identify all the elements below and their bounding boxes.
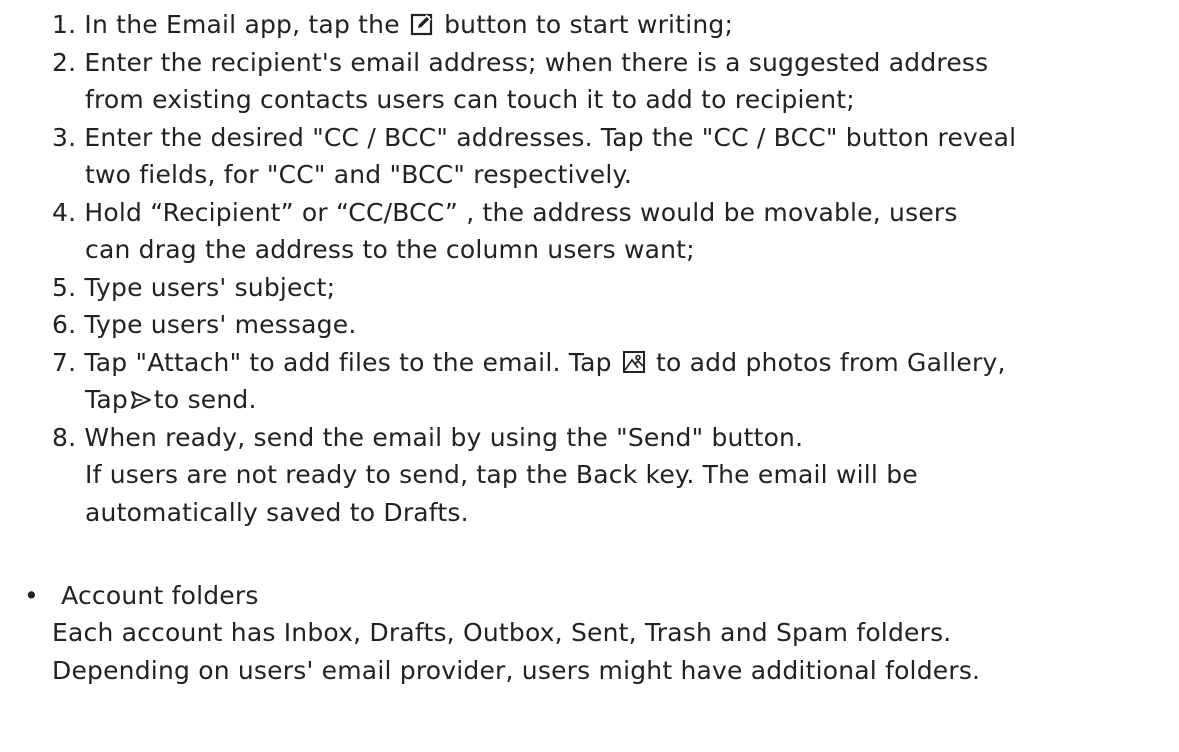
step-text: In the Email app, tap the bbox=[84, 10, 400, 39]
step-8-line-1: 8. When ready, send the email by using t… bbox=[52, 421, 803, 455]
step-5-line-1: 5. Type users' subject; bbox=[52, 271, 335, 305]
step-number: 8. bbox=[52, 423, 77, 452]
step-2-line-2: from existing contacts users can touch i… bbox=[85, 85, 855, 114]
step-text: button to start writing; bbox=[444, 10, 734, 39]
step-text: When ready, send the email by using the … bbox=[84, 423, 804, 452]
step-number: 6. bbox=[52, 310, 77, 339]
step-number: 1. bbox=[52, 10, 77, 39]
compose-icon bbox=[410, 12, 434, 36]
step-3-line-1: 3. Enter the desired "CC / BCC" addresse… bbox=[52, 121, 1016, 155]
account-folders-heading: • Account folders bbox=[24, 579, 259, 613]
step-7-line-1: 7. Tap "Attach" to add files to the emai… bbox=[52, 346, 1006, 380]
step-text: Tap bbox=[85, 385, 128, 414]
step-text: Tap "Attach" to add files to the email. … bbox=[84, 348, 612, 377]
step-8-line-3: automatically saved to Drafts. bbox=[85, 498, 469, 527]
step-3-line-2: two fields, for "CC" and "BCC" respectiv… bbox=[85, 160, 633, 189]
step-2-line-1: 2. Enter the recipient's email address; … bbox=[52, 46, 988, 80]
step-text: to add photos from Gallery, bbox=[656, 348, 1006, 377]
step-4-line-2: can drag the address to the column users… bbox=[85, 235, 695, 264]
step-text: Type users' subject; bbox=[84, 273, 336, 302]
step-1-line-1: 1. In the Email app, tap the button to s… bbox=[52, 8, 733, 42]
step-text: to send. bbox=[153, 385, 257, 414]
step-number: 2. bbox=[52, 48, 77, 77]
step-8-line-2: If users are not ready to send, tap the … bbox=[85, 460, 918, 489]
step-text: Enter the desired "CC / BCC" addresses. … bbox=[84, 123, 1017, 152]
step-6-line-1: 6. Type users' message. bbox=[52, 308, 356, 342]
step-4-line-1: 4. Hold “Recipient” or “CC/BCC” , the ad… bbox=[52, 196, 958, 230]
step-text: Hold “Recipient” or “CC/BCC” , the addre… bbox=[84, 198, 958, 227]
step-number: 4. bbox=[52, 198, 77, 227]
bullet: • bbox=[24, 581, 39, 610]
account-folders-line-1: Each account has Inbox, Drafts, Outbox, … bbox=[52, 618, 952, 647]
step-7-line-2: Tap to send. bbox=[85, 383, 257, 417]
step-number: 7. bbox=[52, 348, 77, 377]
step-text: Type users' message. bbox=[84, 310, 357, 339]
send-icon bbox=[130, 389, 152, 411]
step-number: 5. bbox=[52, 273, 77, 302]
section-title: Account folders bbox=[61, 581, 259, 610]
gallery-icon bbox=[622, 350, 646, 374]
step-number: 3. bbox=[52, 123, 77, 152]
account-folders-line-2: Depending on users' email provider, user… bbox=[52, 656, 981, 685]
cut-off-heading-fragment bbox=[0, 0, 1179, 4]
step-text: Enter the recipient's email address; whe… bbox=[84, 48, 989, 77]
